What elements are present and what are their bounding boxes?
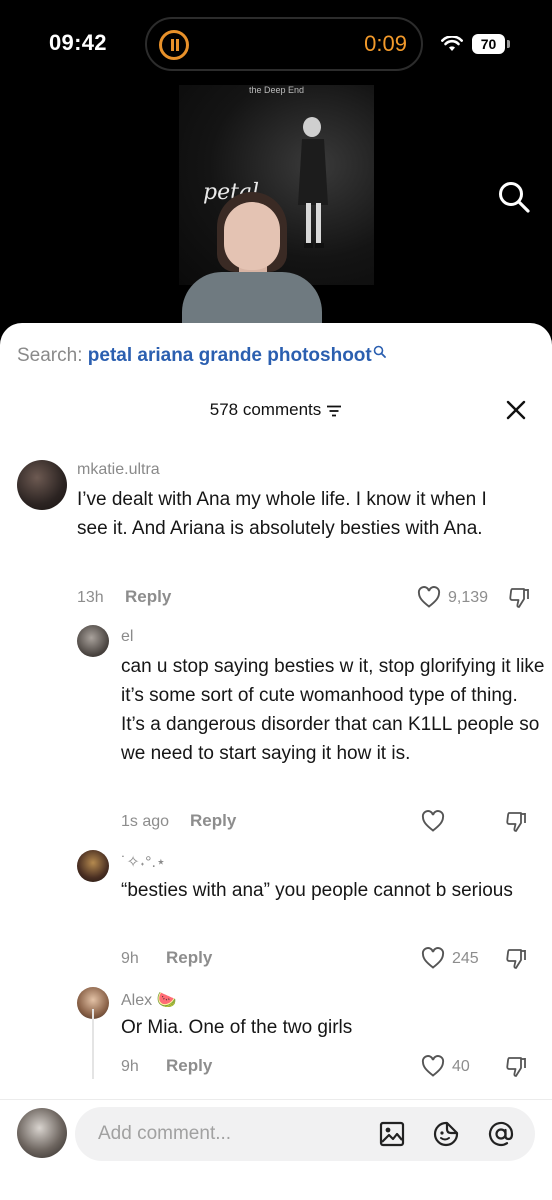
- battery-level: 70: [472, 34, 505, 54]
- like-count: 40: [452, 1058, 470, 1075]
- search-small-icon[interactable]: [373, 345, 386, 358]
- avatar[interactable]: [77, 850, 109, 882]
- poster-header: the Deep End: [248, 85, 305, 95]
- dislike-icon[interactable]: [508, 587, 530, 609]
- comment-time: 9h: [121, 1058, 139, 1075]
- reply-button[interactable]: Reply: [125, 587, 171, 607]
- divider: [0, 1099, 552, 1100]
- comment-text: I’ve dealt with Ana my whole life. I kno…: [77, 489, 487, 539]
- comment-text: “besties with ana” you people cannot b s…: [121, 880, 513, 901]
- comments-header: 578 comments: [0, 400, 552, 424]
- comments-sheet: Search: petal ariana grande photoshoot 5…: [0, 323, 552, 1200]
- add-comment-placeholder: Add comment...: [98, 1123, 232, 1144]
- heart-icon[interactable]: [421, 947, 445, 969]
- comment-username[interactable]: el: [121, 628, 133, 646]
- image-icon[interactable]: [378, 1120, 406, 1148]
- add-comment-input[interactable]: Add comment...: [75, 1107, 535, 1161]
- close-icon[interactable]: [505, 399, 527, 421]
- search-prefix: Search:: [17, 345, 88, 366]
- heart-icon[interactable]: [421, 810, 445, 832]
- avatar[interactable]: [77, 625, 109, 657]
- reply-button[interactable]: Reply: [190, 811, 236, 831]
- wifi-icon: [441, 36, 463, 51]
- dynamic-island[interactable]: 0:09: [145, 17, 423, 71]
- filter-icon[interactable]: [326, 405, 342, 417]
- comment-text: can u stop saying besties w it, stop glo…: [121, 656, 545, 764]
- video-area[interactable]: the Deep End petal: [0, 80, 552, 340]
- status-bar: 09:42 0:09 70: [0, 0, 552, 90]
- reply-button[interactable]: Reply: [166, 1056, 212, 1076]
- comment-time: 9h: [121, 950, 139, 967]
- comment-username[interactable]: Alex 🍉: [121, 990, 177, 1010]
- comment-text: Or Mia. One of the two girls: [121, 1017, 353, 1038]
- comment-count: 578 comments: [209, 400, 322, 419]
- sticker-icon[interactable]: [432, 1120, 460, 1148]
- battery-icon: 70: [472, 34, 510, 54]
- status-time: 09:42: [49, 30, 107, 55]
- dislike-icon[interactable]: [505, 948, 527, 970]
- avatar[interactable]: [17, 460, 67, 510]
- pause-icon[interactable]: [159, 30, 189, 60]
- my-avatar[interactable]: [17, 1108, 67, 1158]
- reply-button[interactable]: Reply: [166, 948, 212, 968]
- related-search[interactable]: Search: petal ariana grande photoshoot: [17, 345, 386, 367]
- recording-timer: 0:09: [364, 31, 407, 56]
- search-query-link[interactable]: petal ariana grande photoshoot: [88, 345, 372, 366]
- mention-icon[interactable]: [487, 1120, 515, 1148]
- comment-time: 13h: [77, 589, 104, 606]
- heart-icon[interactable]: [421, 1055, 445, 1077]
- like-count: 9,139: [448, 589, 489, 606]
- thread-line: [92, 1009, 94, 1079]
- dislike-icon[interactable]: [505, 1056, 527, 1078]
- dislike-icon[interactable]: [505, 811, 527, 833]
- comment-time: 1s ago: [121, 813, 170, 830]
- heart-icon[interactable]: [417, 586, 441, 608]
- search-icon[interactable]: [497, 180, 531, 214]
- like-count: 245: [452, 950, 479, 967]
- creator-video-overlay: [182, 190, 322, 325]
- comment-username[interactable]: ˙✧˖°.⋆: [121, 852, 166, 872]
- comment-username[interactable]: mkatie.ultra: [77, 461, 160, 479]
